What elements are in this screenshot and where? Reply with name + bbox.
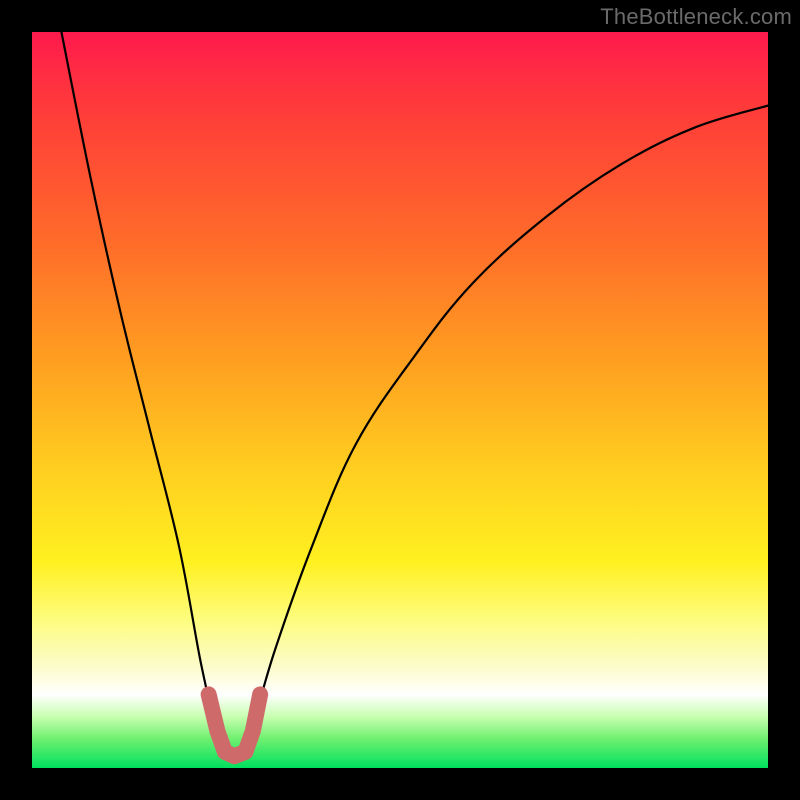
watermark-text: TheBottleneck.com: [600, 4, 792, 30]
bottleneck-curve: [61, 32, 768, 757]
chart-svg: [32, 32, 768, 768]
trough-marker: [209, 694, 261, 756]
